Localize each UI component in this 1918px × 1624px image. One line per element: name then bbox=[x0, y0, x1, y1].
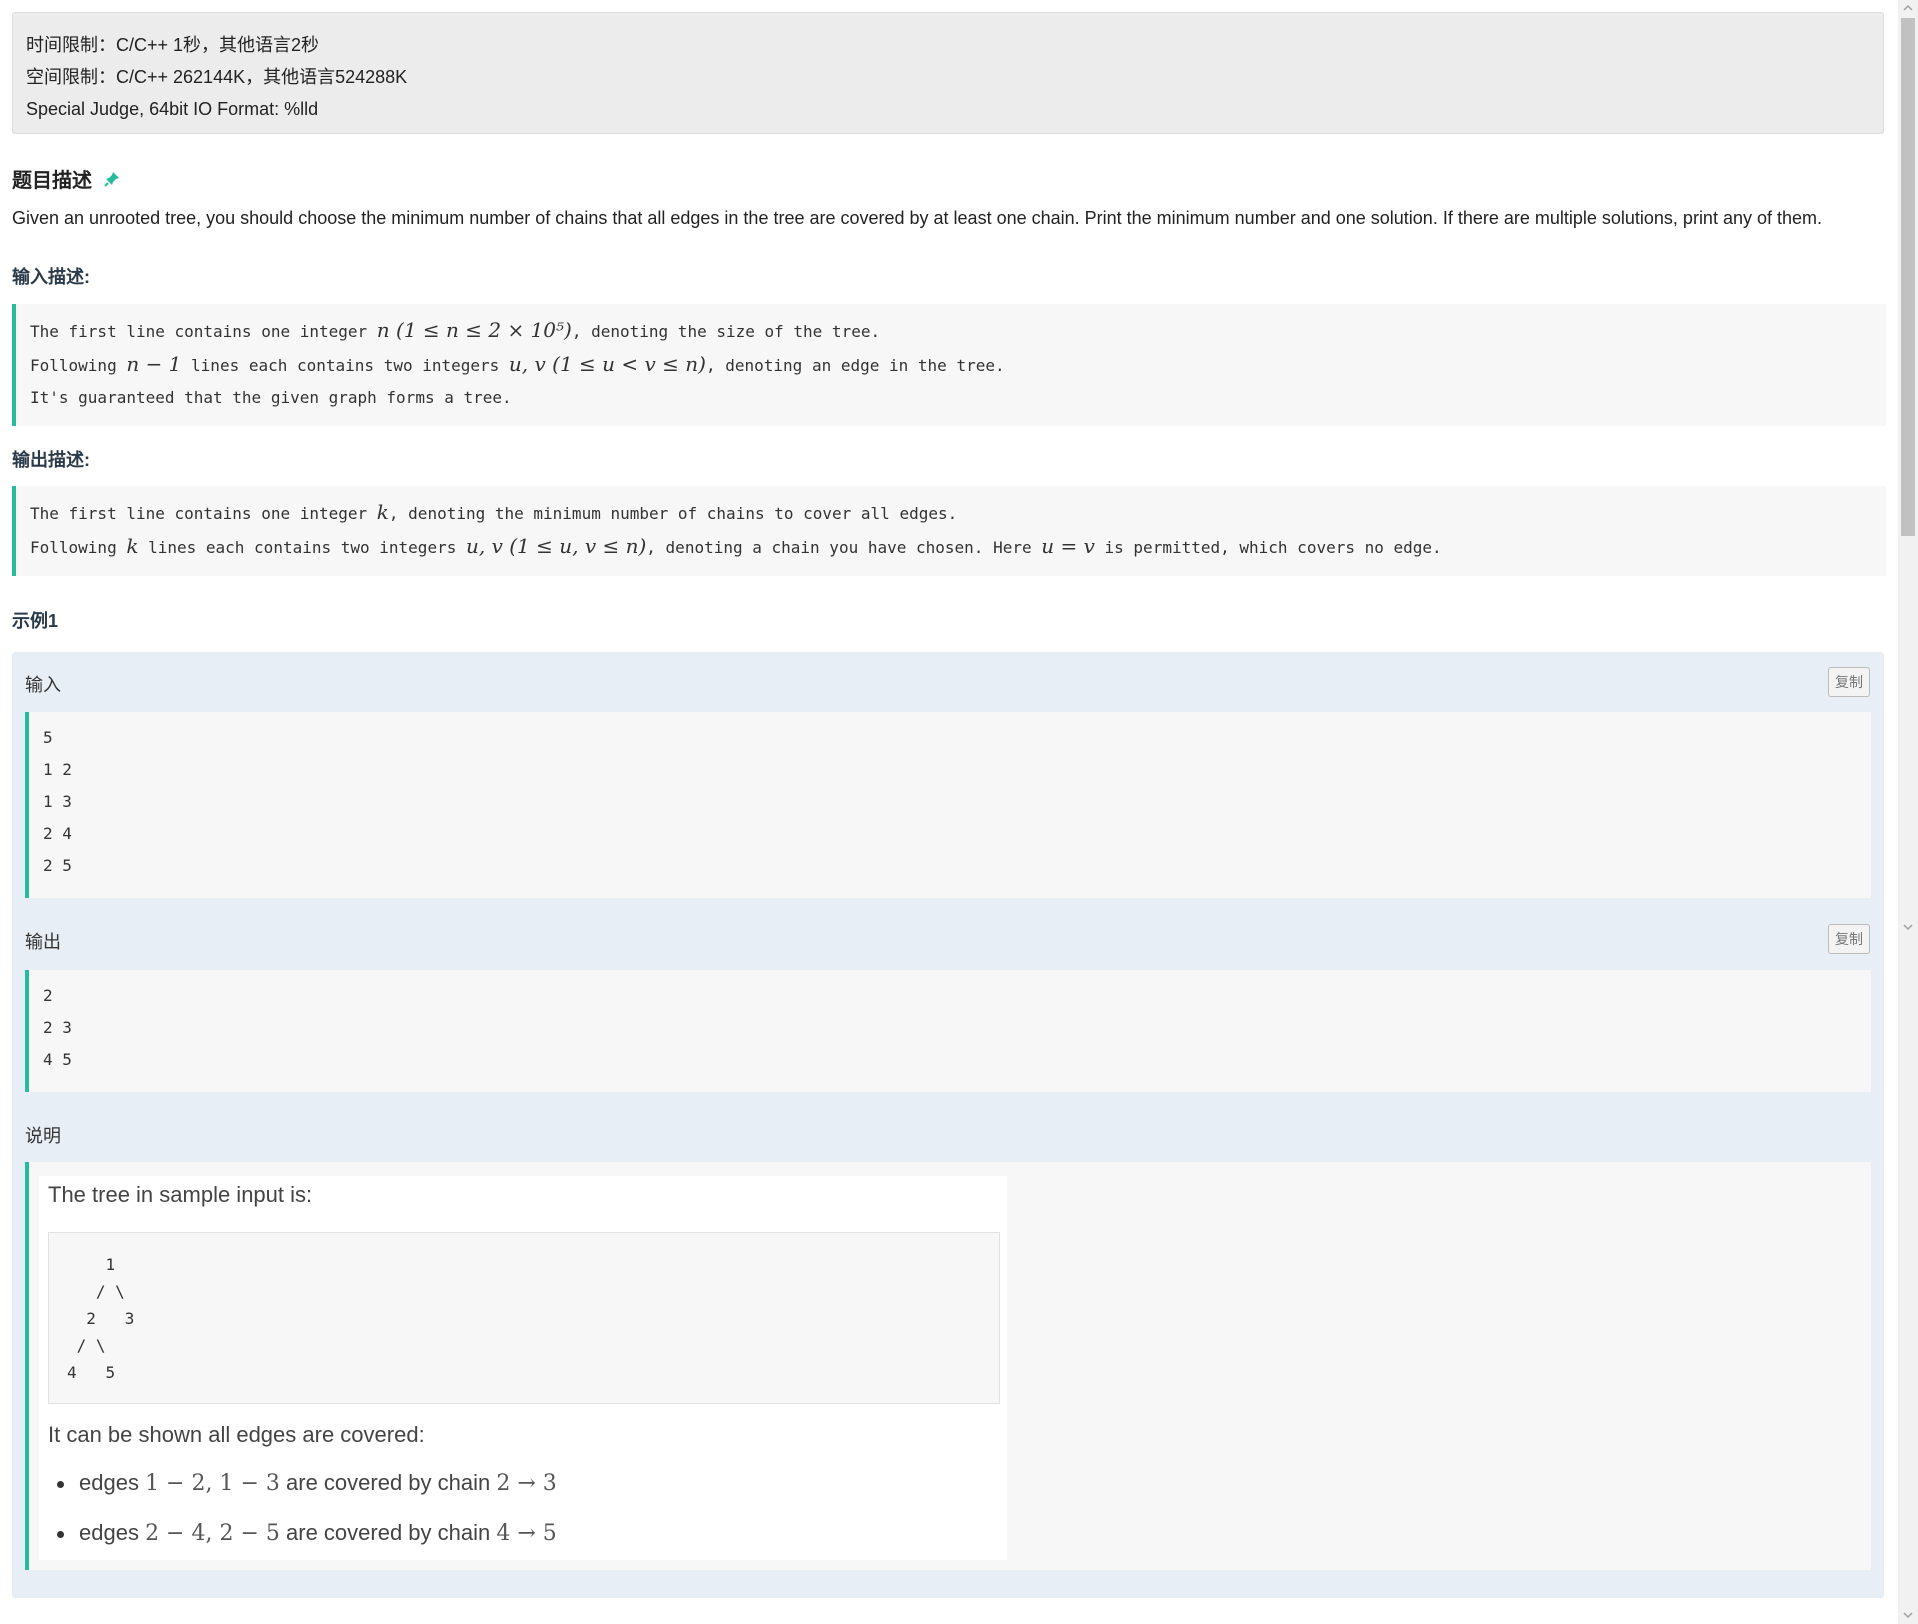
output-code-line: 4 5 bbox=[43, 1050, 72, 1069]
input-description: The first line contains one integer n (1… bbox=[12, 304, 1886, 426]
output-description: The first line contains one integer k, d… bbox=[12, 486, 1886, 576]
explain-content: The tree in sample input is: 1 / \ 2 3 /… bbox=[39, 1176, 1007, 1560]
output-code-line: 2 3 bbox=[43, 1018, 72, 1037]
output-line-2: Following k lines each contains two inte… bbox=[30, 534, 1442, 558]
time-limit: 时间限制：C/C++ 1秒，其他语言2秒 bbox=[26, 35, 320, 55]
scroll-thumb[interactable] bbox=[1901, 18, 1915, 536]
space-limit: 空间限制：C/C++ 262144K，其他语言524288K bbox=[26, 67, 408, 87]
input-code-line: 5 bbox=[43, 728, 53, 747]
chain-list: edges 1 − 2, 1 − 3 are covered by chain … bbox=[48, 1468, 557, 1568]
scroll-up-icon[interactable] bbox=[1903, 3, 1913, 13]
input-code-line: 1 2 bbox=[43, 760, 72, 779]
example-input-code[interactable]: 5 1 2 1 3 2 4 2 5 bbox=[25, 712, 1871, 898]
problem-page: 时间限制：C/C++ 1秒，其他语言2秒 空间限制：C/C++ 262144K，… bbox=[0, 0, 1898, 1624]
input-line-3: It's guaranteed that the given graph for… bbox=[30, 388, 512, 407]
tree-diagram: 1 / \ 2 3 / \ 4 5 bbox=[48, 1232, 1000, 1404]
example-output-code[interactable]: 2 2 3 4 5 bbox=[25, 970, 1871, 1092]
input-line-2: Following n − 1 lines each contains two … bbox=[30, 352, 1005, 376]
example-title: 示例1 bbox=[12, 611, 59, 631]
input-title: 输入描述: bbox=[12, 267, 90, 287]
list-item: edges 2 − 4, 2 − 5 are covered by chain … bbox=[48, 1518, 557, 1568]
input-line-1: The first line contains one integer n (1… bbox=[30, 318, 881, 342]
vertical-scrollbar[interactable] bbox=[1898, 0, 1918, 1624]
copy-output-button[interactable]: 复制 bbox=[1828, 924, 1870, 954]
output-line-1: The first line contains one integer k, d… bbox=[30, 500, 958, 524]
example-input-label: 输入 bbox=[25, 675, 61, 695]
output-title: 输出描述: bbox=[12, 450, 90, 470]
input-code-line: 2 4 bbox=[43, 824, 72, 843]
judge-info: Special Judge, 64bit IO Format: %lld bbox=[26, 99, 319, 119]
pin-icon[interactable] bbox=[103, 170, 120, 193]
list-item: edges 1 − 2, 1 − 3 are covered by chain … bbox=[48, 1468, 557, 1518]
scroll-down-icon[interactable] bbox=[1903, 1610, 1913, 1620]
input-code-line: 2 5 bbox=[43, 856, 72, 875]
chevron-down-icon bbox=[1903, 922, 1913, 932]
problem-title: 题目描述 bbox=[12, 164, 120, 193]
problem-title-text: 题目描述 bbox=[12, 170, 92, 192]
example-panel: 输入 复制 5 1 2 1 3 2 4 2 5 输出 复制 2 2 3 4 5 … bbox=[12, 652, 1884, 1598]
input-code-line: 1 3 bbox=[43, 792, 72, 811]
explain-covered: It can be shown all edges are covered: bbox=[48, 1422, 425, 1447]
copy-input-button[interactable]: 复制 bbox=[1828, 667, 1870, 697]
problem-description: Given an unrooted tree, you should choos… bbox=[12, 208, 1823, 228]
explain-intro: The tree in sample input is: bbox=[48, 1182, 313, 1207]
explain-box: The tree in sample input is: 1 / \ 2 3 /… bbox=[25, 1162, 1871, 1570]
output-code-line: 2 bbox=[43, 986, 53, 1005]
example-explain-label: 说明 bbox=[25, 1126, 61, 1146]
limits-panel: 时间限制：C/C++ 1秒，其他语言2秒 空间限制：C/C++ 262144K，… bbox=[12, 12, 1884, 134]
example-output-label: 输出 bbox=[25, 932, 61, 952]
